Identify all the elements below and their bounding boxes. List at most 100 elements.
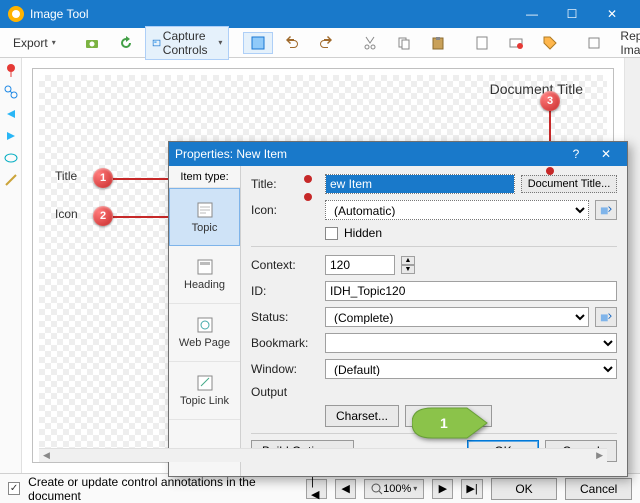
dialog-close-button[interactable]: ✕ [591,147,621,161]
doc-icon [474,35,490,51]
tab-heading[interactable]: Heading [169,246,240,304]
connector-1 [113,178,173,180]
left-tool-strip [0,58,22,473]
tool-d-button[interactable] [579,32,609,54]
output-label: Output [251,385,319,399]
hidden-checkbox[interactable] [325,227,338,240]
tool-b-button[interactable] [501,32,531,54]
status-select[interactable]: (Complete) [325,307,589,327]
picker-icon [600,310,612,324]
footer-bar: ✓ Create or update control annotations i… [0,473,640,503]
doc-title-text: Document Title [490,81,583,97]
hidden-label: Hidden [344,226,382,240]
shape-oval-icon[interactable] [3,150,19,166]
capture-icon [152,35,161,51]
footer-cancel-button[interactable]: Cancel [565,478,632,500]
paste-button[interactable] [423,32,453,54]
label-title: Title [55,169,77,183]
refresh-icon [118,35,134,51]
id-input[interactable] [325,281,617,301]
webpage-icon [195,316,215,334]
nav-next-button[interactable]: ▶ [432,479,453,499]
redo-icon [318,35,334,51]
title-bar: Image Tool — ☐ ✕ [0,0,640,28]
marker-red-icon[interactable] [3,62,19,78]
h-scrollbar[interactable]: ◀ ▶ [39,448,607,462]
item-type-label: Item type: [169,166,240,188]
main-toolbar: Export Capture Controls Replace Image [0,28,640,58]
export-menu[interactable]: Export [6,33,63,53]
undo-icon [284,35,300,51]
redo-button[interactable] [311,32,341,54]
tab-topiclink[interactable]: Topic Link [169,362,240,420]
close-button[interactable]: ✕ [592,0,632,28]
tag-icon [542,35,558,51]
zoom-icon [371,483,383,495]
crop-icon [586,35,602,51]
dialog-title: Properties: New Item [175,147,287,161]
arrow-left-icon[interactable] [3,106,19,122]
annotate-checkbox[interactable]: ✓ [8,482,20,495]
copy-button[interactable] [389,32,419,54]
charset-button[interactable]: Charset... [325,405,399,427]
dialog-help-button[interactable]: ? [561,147,591,161]
status-config-button[interactable] [595,307,617,327]
id-label: ID: [251,284,319,298]
icon-label: Icon: [251,203,319,217]
bookmark-select[interactable] [325,333,617,353]
arrow-right-icon[interactable] [3,128,19,144]
tool-a-button[interactable] [467,32,497,54]
capture-controls-menu[interactable]: Capture Controls [145,26,230,60]
edit-mode-button[interactable] [243,32,273,54]
title-input[interactable]: ew Item [326,175,514,193]
dialog-form: Title: ew Item Document Title... Icon: (… [241,166,627,476]
topiclink-icon [195,374,215,392]
canvas[interactable]: Document Title Title Icon 1 2 3 Properti… [32,68,614,463]
annotate-icon [508,35,524,51]
undo-button[interactable] [277,32,307,54]
label-icon: Icon [55,207,78,221]
heading-icon [195,258,215,276]
context-spin-down[interactable]: ▼ [401,265,415,274]
line-tool-icon[interactable] [3,172,19,188]
bookmark-label: Bookmark: [251,336,319,350]
icon-select[interactable]: (Automatic) [325,200,589,220]
context-spin-up[interactable]: ▲ [401,256,415,265]
camera-button[interactable] [77,32,107,54]
dialog-titlebar: Properties: New Item ? ✕ [169,142,627,166]
paste-icon [430,35,446,51]
tab-webpage[interactable]: Web Page [169,304,240,362]
connector-2 [113,216,173,218]
callout-1[interactable]: 1 [93,168,113,188]
refresh-button[interactable] [111,32,141,54]
icon-picker-button[interactable] [595,200,617,220]
cut-icon [362,35,378,51]
picker-icon [600,203,612,217]
cut-button[interactable] [355,32,385,54]
nav-last-button[interactable]: ▶| [461,479,482,499]
link-blue-icon[interactable] [3,84,19,100]
replace-image-menu[interactable]: Replace Image [613,26,640,60]
callout-3[interactable]: 3 [540,91,560,111]
connector-dot-1 [304,175,312,183]
connector-dot-2 [304,193,312,201]
callout-2[interactable]: 2 [93,206,113,226]
footer-ok-button[interactable]: OK [491,478,558,500]
maximize-button[interactable]: ☐ [552,0,592,28]
tool-c-button[interactable] [535,32,565,54]
tab-topic[interactable]: Topic [169,188,240,246]
zoom-menu[interactable]: 100% [364,479,424,499]
status-label: Status: [251,310,319,324]
templates-button[interactable]: Templates... [405,405,492,427]
minimize-button[interactable]: — [512,0,552,28]
document-title-button[interactable]: Document Title... [521,175,617,193]
copy-icon [396,35,412,51]
window-select[interactable]: (Default) [325,359,617,379]
annotate-label: Create or update control annotations in … [28,475,290,503]
nav-first-button[interactable]: |◀ [306,479,327,499]
context-input[interactable] [325,255,395,275]
topic-icon [195,201,215,219]
edit-mode-icon [250,35,266,51]
app-icon [8,6,24,22]
nav-prev-button[interactable]: ◀ [335,479,356,499]
